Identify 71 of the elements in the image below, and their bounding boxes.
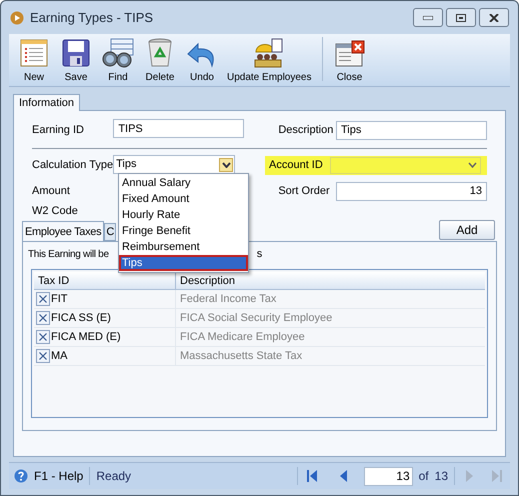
last-icon xyxy=(492,470,502,482)
column-header: Description xyxy=(179,274,236,289)
previous-icon xyxy=(340,470,348,482)
dropdown-option[interactable]: Fixed Amount xyxy=(119,191,248,207)
dropdown-option[interactable]: Fringe Benefit xyxy=(119,223,248,239)
app-logo-icon xyxy=(10,10,24,24)
close-icon xyxy=(39,333,47,341)
toolbar-button[interactable]: Undo xyxy=(181,33,223,83)
chevron-down-icon xyxy=(222,162,230,168)
close-icon xyxy=(39,352,47,360)
toolbar-button[interactable]: New xyxy=(13,33,55,83)
field-label: Calculation Type xyxy=(32,158,114,173)
tab[interactable]: Employee Taxes xyxy=(22,221,104,241)
remove-button[interactable] xyxy=(36,292,50,306)
maximize-button[interactable] xyxy=(446,8,476,27)
toolbar-button[interactable]: Delete xyxy=(139,33,181,83)
description-field[interactable]: Tips xyxy=(336,120,487,140)
field-label: Account ID xyxy=(269,158,324,173)
dropdown-option[interactable]: Annual Salary xyxy=(119,175,248,191)
record-total-text: 13 xyxy=(434,468,448,485)
tab[interactable]: Information xyxy=(13,94,80,111)
table-cell-text: FIT xyxy=(51,292,68,307)
chevron-down-icon xyxy=(468,162,477,168)
calculation-type-dropdown[interactable]: Tips xyxy=(113,155,235,174)
dropdown-option[interactable]: Hourly Rate xyxy=(119,207,248,223)
field-label: Earning ID xyxy=(32,122,85,138)
table-cell-text: MA xyxy=(51,348,68,364)
table-cell-text: FICA MED (E) xyxy=(51,330,121,345)
window-close-icon xyxy=(334,40,364,68)
table-cell-text: Massachusetts State Tax xyxy=(179,348,304,364)
table-cell-text: FICA Social Security Employee xyxy=(179,310,334,326)
minimize-icon xyxy=(423,16,433,20)
document-icon xyxy=(19,38,49,68)
toolbar-button[interactable]: Save xyxy=(55,33,97,83)
dropdown-option[interactable]: Tips xyxy=(119,255,248,271)
tab[interactable]: C xyxy=(104,223,116,241)
table-cell-text: FICA SS (E) xyxy=(51,310,111,326)
table-cell-text: Federal Income Tax xyxy=(179,292,278,307)
binoculars-icon xyxy=(101,38,135,68)
close-icon xyxy=(489,14,499,22)
help-text: F1 - Help xyxy=(34,467,90,485)
help-icon xyxy=(14,469,28,483)
field-label: W2 Code xyxy=(32,204,78,219)
remove-button[interactable] xyxy=(36,349,50,363)
field-label: Description xyxy=(278,122,334,138)
toolbar-button[interactable]: Update Employees xyxy=(223,33,316,83)
status-text: Ready xyxy=(96,468,132,485)
table-cell-text: FICA Medicare Employee xyxy=(179,330,306,345)
record-of-text: of xyxy=(418,468,429,485)
close-button[interactable] xyxy=(479,8,509,27)
close-icon xyxy=(39,295,47,303)
minimize-button[interactable] xyxy=(413,8,443,27)
sort-order-field[interactable]: 13 xyxy=(336,182,487,200)
earning-id-field[interactable]: TIPS xyxy=(113,119,244,138)
recycle-bin-icon xyxy=(147,38,173,68)
dropdown-option[interactable]: Reimbursement xyxy=(119,239,248,255)
add-button[interactable]: Add xyxy=(439,220,495,240)
info-text: s xyxy=(256,246,262,262)
window-title: Earning Types - TIPS xyxy=(30,8,154,27)
toolbar-button[interactable]: Find xyxy=(97,33,139,83)
field-label: Sort Order xyxy=(278,184,331,199)
first-icon xyxy=(306,470,317,482)
record-number-field[interactable]: 13 xyxy=(364,466,413,486)
close-icon xyxy=(39,314,47,322)
field-label: Amount xyxy=(32,184,71,199)
info-text: This Earning will be xyxy=(28,248,109,262)
restore-icon xyxy=(456,14,466,22)
remove-button[interactable] xyxy=(36,311,50,325)
remove-button[interactable] xyxy=(36,330,50,344)
next-icon xyxy=(466,470,472,482)
toolbar-button[interactable]: Close xyxy=(328,33,370,83)
